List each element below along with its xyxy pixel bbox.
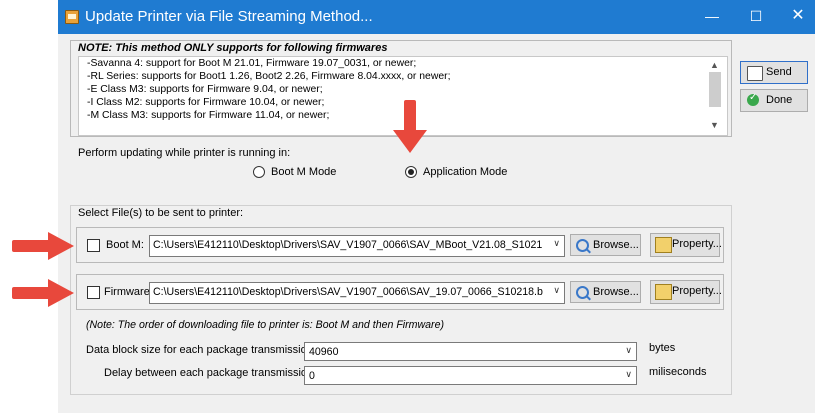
boot-m-path-combo[interactable]: C:\Users\E412110\Desktop\Drivers\SAV_V19… [149, 235, 565, 257]
mode-label: Perform updating while printer is runnin… [78, 147, 291, 159]
browse-label: Browse... [593, 286, 639, 298]
check-icon [747, 92, 759, 106]
bytes-unit: bytes [649, 342, 676, 354]
property-label: Property... [672, 238, 722, 250]
firmware-checkbox[interactable] [87, 286, 100, 299]
done-label: Done [766, 94, 793, 106]
boot-m-browse-button[interactable]: Browse... [570, 234, 641, 256]
note-line: -E Class M3: supports for Firmware 9.04,… [87, 84, 323, 95]
note-line: -M Class M3: supports for Firmware 11.04… [87, 110, 330, 121]
block-size-combo[interactable]: 40960 ∨ [304, 342, 637, 361]
firmware-label: Firmware: [104, 286, 153, 298]
magnifier-icon [576, 286, 589, 299]
boot-m-property-button[interactable]: Property... [650, 233, 722, 257]
send-button[interactable]: Send [740, 61, 808, 84]
right-arrow-icon [12, 232, 74, 260]
scroll-thumb[interactable] [709, 72, 721, 107]
scroll-up-icon[interactable]: ▲ [710, 60, 719, 70]
window-title: Update Printer via File Streaming Method… [85, 8, 373, 25]
title-bar: Update Printer via File Streaming Method… [58, 0, 815, 34]
chevron-down-icon[interactable]: ∨ [553, 238, 560, 249]
firmware-path-value: C:\Users\E412110\Desktop\Drivers\SAV_V19… [153, 286, 543, 298]
send-label: Send [766, 66, 792, 78]
printer-app-icon [65, 10, 79, 24]
property-label: Property... [672, 285, 722, 297]
maximize-button[interactable]: ☐ [734, 0, 778, 34]
property-icon [655, 237, 672, 253]
property-icon [655, 284, 672, 300]
browse-label: Browse... [593, 239, 639, 251]
delay-combo[interactable]: 0 ∨ [304, 366, 637, 385]
block-size-label: Data block size for each package transmi… [86, 344, 316, 356]
files-group-label: Select File(s) to be sent to printer: [78, 207, 244, 219]
download-order-note: (Note: The order of downloading file to … [86, 319, 444, 331]
down-arrow-icon [393, 100, 427, 153]
firmware-property-button[interactable]: Property... [650, 280, 722, 304]
application-mode-label[interactable]: Application Mode [423, 166, 507, 178]
right-arrow-icon [12, 279, 74, 307]
block-size-value: 40960 [309, 346, 339, 358]
chevron-down-icon[interactable]: ∨ [625, 345, 632, 356]
note-line: -RL Series: supports for Boot1 1.26, Boo… [87, 71, 451, 82]
note-line: -Savanna 4: support for Boot M 21.01, Fi… [87, 58, 417, 69]
firmware-browse-button[interactable]: Browse... [570, 281, 641, 303]
boot-m-checkbox[interactable] [87, 239, 100, 252]
milliseconds-unit: miliseconds [649, 366, 707, 378]
send-icon [747, 66, 763, 81]
boot-m-path-value: C:\Users\E412110\Desktop\Drivers\SAV_V19… [153, 239, 543, 251]
note-heading: NOTE: This method ONLY supports for foll… [78, 42, 388, 54]
scroll-down-icon[interactable]: ▼ [710, 120, 719, 130]
delay-value: 0 [309, 370, 315, 382]
magnifier-icon [576, 239, 589, 252]
close-button[interactable]: ✕ [776, 0, 815, 34]
boot-m-label: Boot M: [106, 239, 144, 251]
done-button[interactable]: Done [740, 89, 808, 112]
boot-m-mode-label[interactable]: Boot M Mode [271, 166, 336, 178]
minimize-button[interactable]: — [690, 0, 734, 34]
boot-m-mode-radio[interactable] [253, 166, 265, 178]
note-line: -I Class M2: supports for Firmware 10.04… [87, 97, 325, 108]
firmware-path-combo[interactable]: C:\Users\E412110\Desktop\Drivers\SAV_V19… [149, 282, 565, 304]
chevron-down-icon[interactable]: ∨ [553, 285, 560, 296]
note-scrollbar[interactable]: ▲ ▼ [706, 58, 724, 135]
chevron-down-icon[interactable]: ∨ [625, 369, 632, 380]
application-mode-radio[interactable] [405, 166, 417, 178]
delay-label: Delay between each package transmission: [104, 367, 317, 379]
